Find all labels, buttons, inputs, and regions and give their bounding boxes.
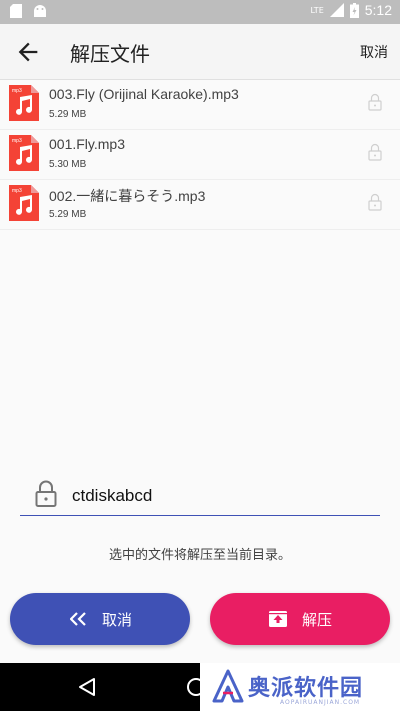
page-title: 解压文件 — [70, 42, 150, 66]
system-nav-bar — [0, 663, 205, 711]
signal-icon — [329, 3, 344, 17]
cancel-button-label: 取消 — [101, 610, 132, 629]
file-type-label: mp3 — [12, 188, 22, 194]
password-input[interactable]: ctdiskabcd — [72, 486, 152, 506]
watermark-sub: AOPAIRUANJIAN.COM — [280, 699, 361, 706]
file-name: 001.Fly.mp3 — [49, 136, 125, 152]
file-size: 5.29 MB — [49, 209, 87, 220]
file-type-label: mp3 — [12, 138, 22, 144]
watermark-logo-icon — [212, 669, 244, 703]
password-field[interactable]: ctdiskabcd — [20, 478, 380, 516]
header-cancel-button[interactable]: 取消 — [360, 42, 388, 62]
unarchive-icon — [268, 609, 288, 629]
clock: 5:12 — [364, 2, 392, 18]
file-size: 5.30 MB — [49, 159, 87, 170]
watermark-brand: 奥派软件园 — [248, 676, 364, 701]
list-item[interactable]: mp3 002.一緒に暮らそう.mp3 5.29 MB — [0, 180, 400, 230]
extract-button[interactable]: 解压 — [210, 593, 390, 645]
sd-card-icon — [10, 4, 22, 18]
music-file-icon: mp3 — [9, 185, 39, 221]
file-name: 003.Fly (Orijinal Karaoke).mp3 — [49, 86, 239, 102]
watermark: 奥派软件园 AOPAIRUANJIAN.COM — [200, 663, 400, 711]
lte-label: LTE — [310, 5, 324, 15]
extract-hint: 选中的文件将解压至当前目录。 — [108, 548, 291, 563]
list-item[interactable]: mp3 003.Fly (Orijinal Karaoke).mp3 5.29 … — [0, 80, 400, 130]
lock-icon — [35, 480, 57, 507]
status-bar: LTE 5:12 — [0, 0, 400, 24]
android-icon — [34, 5, 46, 17]
music-file-icon: mp3 — [9, 85, 39, 121]
file-list: mp3 003.Fly (Orijinal Karaoke).mp3 5.29 … — [0, 80, 400, 230]
app-bar: 解压文件 取消 — [0, 24, 400, 80]
double-chevron-left-icon — [68, 609, 88, 629]
back-arrow-icon[interactable] — [14, 38, 42, 66]
lock-icon — [368, 93, 382, 111]
file-size: 5.29 MB — [49, 109, 87, 120]
file-type-label: mp3 — [12, 88, 22, 94]
extract-button-label: 解压 — [301, 610, 332, 629]
lock-icon — [368, 143, 382, 161]
list-item[interactable]: mp3 001.Fly.mp3 5.30 MB — [0, 130, 400, 180]
file-name: 002.一緒に暮らそう.mp3 — [49, 188, 206, 204]
battery-icon — [349, 2, 359, 18]
music-file-icon: mp3 — [9, 135, 39, 171]
cancel-button[interactable]: 取消 — [10, 593, 190, 645]
nav-back-icon[interactable] — [78, 677, 96, 697]
lock-icon — [368, 193, 382, 211]
